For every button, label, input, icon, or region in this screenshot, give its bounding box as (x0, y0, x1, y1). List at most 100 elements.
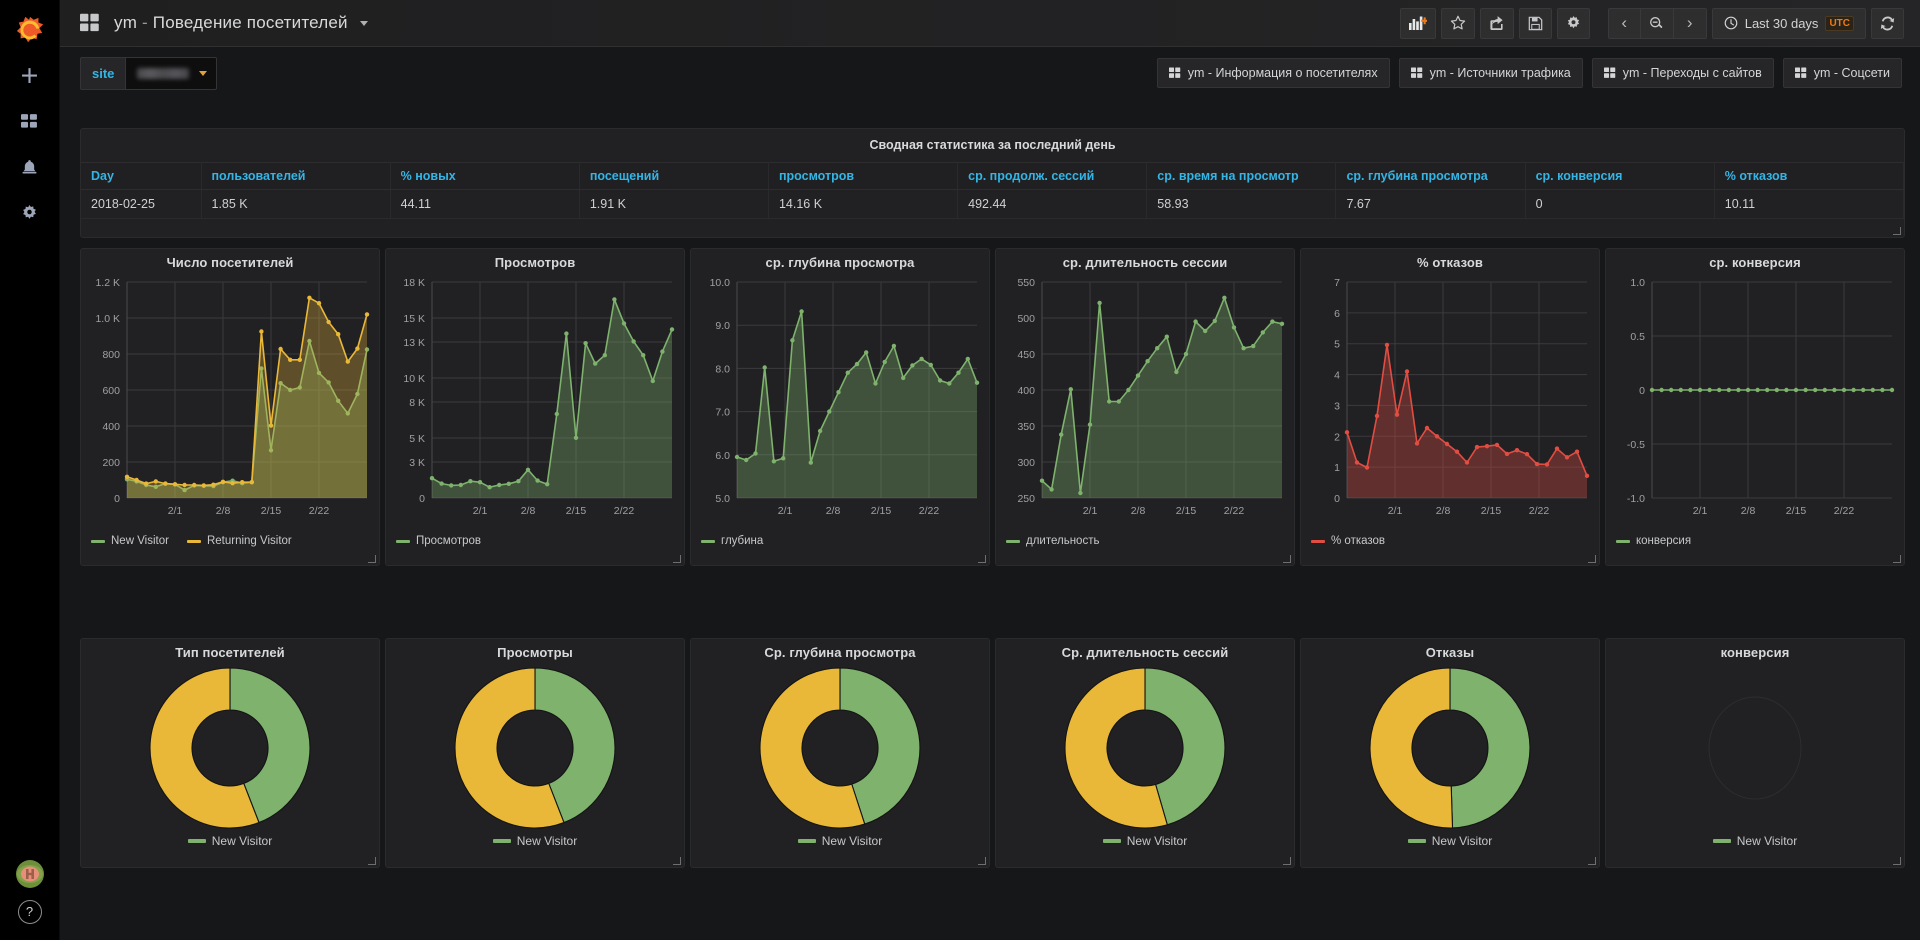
svg-text:550: 550 (1017, 277, 1035, 289)
svg-text:6.0: 6.0 (715, 450, 730, 462)
panel-resize-handle[interactable] (1283, 857, 1292, 866)
chart-area-visitors-count[interactable]: 0 200 400 600 800 1.0 K 1.2 K 2/1 2/8 2/15 2/22 (81, 270, 379, 532)
svg-text:1.2 K: 1.2 K (95, 277, 120, 289)
legend-item-new-visitor[interactable]: New Visitor (91, 535, 169, 547)
pie-chart-bounces[interactable] (1301, 660, 1599, 832)
pie-chart-avg-depth[interactable] (691, 660, 989, 832)
panel-resize-handle[interactable] (1588, 857, 1597, 866)
panel-resize-handle[interactable] (368, 857, 377, 866)
svg-text:250: 250 (1017, 493, 1035, 505)
table-column-header[interactable]: просмотров (768, 162, 959, 190)
sidebar-item-alerting[interactable] (0, 144, 60, 190)
panel-resize-handle[interactable] (1893, 227, 1902, 236)
time-shift-back-button[interactable]: ‹ (1607, 7, 1641, 39)
save-dashboard-button[interactable] (1518, 7, 1552, 39)
dashboard-grid-icon[interactable] (80, 13, 100, 33)
page-title-prefix: ym (114, 13, 138, 32)
time-range-picker[interactable]: Last 30 days UTC (1711, 7, 1866, 39)
legend-item-pageviews[interactable]: Просмотров (396, 535, 481, 547)
legend-item-returning-visitor[interactable]: Returning Visitor (186, 535, 292, 547)
legend-item-new-visitor[interactable]: New Visitor (1407, 834, 1492, 848)
panel-resize-handle[interactable] (978, 857, 987, 866)
svg-text:3 K: 3 K (409, 457, 425, 469)
help-button[interactable]: ? (17, 900, 42, 924)
chart-area-avg-session-duration[interactable]: 250 300 350 400 450 500 550 2/1 2/8 2/15 2/22 (996, 270, 1294, 532)
avatar[interactable] (15, 860, 44, 888)
table-column-header[interactable]: посещений (579, 162, 769, 190)
chart-area-avg-conversion[interactable]: -1.0 -0.5 0 0.5 1.0 2/1 2/8 2/15 2/22 (1606, 270, 1904, 532)
legend-item-new-visitor[interactable]: New Visitor (797, 834, 882, 848)
table-column-header[interactable]: % новых (390, 162, 580, 190)
panel-resize-handle[interactable] (673, 555, 682, 564)
table-row: 2018-02-25 1.85 K 44.11 1.91 K 14.16 K 492.44… (81, 189, 1905, 219)
svg-text:2/1: 2/1 (1388, 505, 1403, 517)
panel-resize-handle[interactable] (1283, 555, 1292, 564)
dashlink-social[interactable]: ym - Соцсети (1782, 58, 1902, 88)
legend-label: New Visitor (111, 535, 169, 547)
svg-text:0: 0 (1334, 493, 1340, 505)
dashboard-settings-button[interactable] (1556, 7, 1590, 39)
dashlink-traffic-sources[interactable]: ym - Источники трафика (1398, 58, 1583, 88)
table-column-header[interactable]: ср. конверсия (1525, 162, 1715, 190)
panel-resize-handle[interactable] (673, 857, 682, 866)
panel-title: Тип посетителей (175, 645, 285, 660)
panel-conversion-pie: конверсия New Visitor (1605, 638, 1905, 868)
legend-item-duration[interactable]: длительность (1006, 535, 1099, 547)
dashlink-visitor-info[interactable]: ym - Информация о посетителях (1156, 58, 1390, 88)
variable-value-site[interactable] (125, 56, 218, 90)
pie-chart-visitor-type[interactable] (81, 660, 379, 832)
legend-item-conversion[interactable]: конверсия (1616, 535, 1691, 547)
star-dashboard-button[interactable] (1440, 7, 1475, 39)
panel-resize-handle[interactable] (1588, 555, 1597, 564)
table-column-header[interactable]: пользователей (201, 162, 391, 190)
time-shift-forward-button[interactable]: › (1673, 7, 1707, 39)
table-column-header[interactable]: Day (81, 162, 202, 190)
grafana-logo[interactable] (8, 8, 52, 52)
sidebar-item-configuration[interactable] (0, 190, 60, 236)
table-column-header[interactable]: ср. время на просмотр (1146, 162, 1337, 190)
panel-resize-handle[interactable] (1893, 555, 1902, 564)
share-icon (1489, 15, 1505, 31)
legend-item-bounce-rate[interactable]: % отказов (1311, 535, 1385, 547)
page-title[interactable]: ym - Поведение посетителей (114, 13, 368, 33)
legend-item-new-visitor[interactable]: New Visitor (492, 834, 577, 848)
table-column-header[interactable]: % отказов (1714, 162, 1905, 190)
legend-item-new-visitor[interactable]: New Visitor (1712, 834, 1797, 848)
panel-resize-handle[interactable] (978, 555, 987, 564)
chevron-left-icon: ‹ (1621, 13, 1628, 32)
dashboards-icon (21, 113, 38, 130)
panel-resize-handle[interactable] (368, 555, 377, 564)
variable-value-redacted (137, 67, 190, 79)
legend-item-new-visitor[interactable]: New Visitor (1102, 834, 1187, 848)
sidebar-item-create[interactable] (0, 52, 60, 98)
table-cell: 2018-02-25 (81, 189, 202, 219)
side-menu: ? (0, 0, 60, 940)
table-column-header[interactable]: ср. глубина просмотра (1335, 162, 1526, 190)
add-panel-button[interactable] (1399, 7, 1436, 39)
chevron-down-icon[interactable] (359, 21, 368, 27)
svg-text:5 K: 5 K (409, 433, 425, 445)
pie-chart-avg-session-duration[interactable] (996, 660, 1294, 832)
refresh-dashboard-button[interactable] (1871, 7, 1904, 39)
panel-resize-handle[interactable] (1893, 857, 1902, 866)
sidebar-item-dashboards[interactable] (0, 98, 60, 144)
pie-chart-pageviews[interactable] (386, 660, 684, 832)
chart-area-avg-depth[interactable]: 5.0 6.0 7.0 8.0 9.0 10.0 2/1 2/8 2/15 2/22 (691, 270, 989, 532)
time-range-label: Last 30 days (1744, 15, 1819, 31)
svg-text:2/8: 2/8 (216, 505, 231, 517)
dashlink-referrals[interactable]: ym - Переходы с сайтов (1591, 58, 1774, 88)
chart-area-pageviews[interactable]: 0 3 K 5 K 8 K 10 K 13 K 15 K 18 K 2/1 2/8 2/15 2/22 (386, 270, 684, 532)
svg-text:2/15: 2/15 (1176, 505, 1197, 517)
table-column-header[interactable]: ср. продолж. сессий (957, 162, 1148, 190)
legend-item-depth[interactable]: глубина (701, 535, 763, 547)
time-zoom-out-button[interactable] (1640, 7, 1674, 39)
pie-chart-conversion[interactable] (1606, 660, 1904, 832)
chart-area-bounce-rate[interactable]: 0 1 2 3 4 5 6 7 2/1 2/8 2/15 2/22 (1301, 270, 1599, 532)
svg-text:2/1: 2/1 (1693, 505, 1708, 517)
time-nav-group: ‹ › (1607, 7, 1707, 39)
share-dashboard-button[interactable] (1479, 7, 1514, 39)
page-title-separator: - (137, 13, 153, 32)
legend-label: глубина (721, 535, 764, 547)
svg-text:2/1: 2/1 (1083, 505, 1098, 517)
legend-item-new-visitor[interactable]: New Visitor (187, 834, 272, 848)
